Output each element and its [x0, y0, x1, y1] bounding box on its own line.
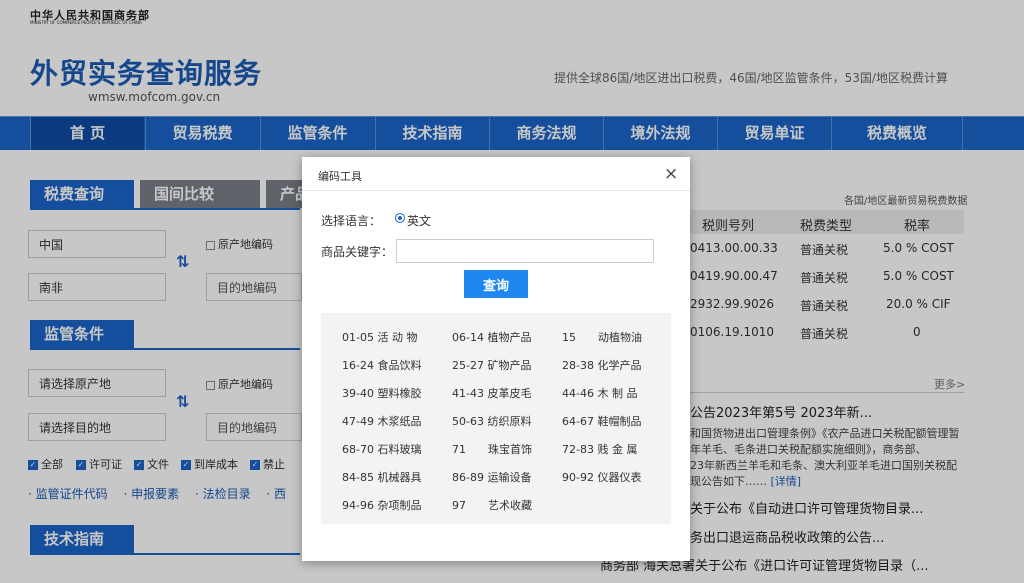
code-tool-dialog: 编码工具 × 选择语言： 英文 商品关键字： 查询 01-05 活 动 物 06…: [302, 157, 690, 561]
category-item[interactable]: 16-24 食品饮料: [342, 357, 421, 373]
category-item[interactable]: 71 珠宝首饰: [452, 441, 532, 457]
close-icon[interactable]: ×: [664, 164, 678, 184]
category-item[interactable]: 39-40 塑料橡胶: [342, 385, 421, 401]
category-item[interactable]: 25-27 矿物产品: [452, 357, 531, 373]
keyword-input[interactable]: [396, 239, 654, 263]
category-item[interactable]: 86-89 运输设备: [452, 469, 531, 485]
category-item[interactable]: 64-67 鞋帽制品: [562, 413, 641, 429]
category-item[interactable]: 97 艺术收藏: [452, 497, 532, 513]
category-item[interactable]: 50-63 纺织原料: [452, 413, 531, 429]
category-item[interactable]: 72-83 贱 金 属: [562, 441, 637, 457]
keyword-label: 商品关键字：: [321, 245, 394, 259]
category-item[interactable]: 84-85 机械器具: [342, 469, 421, 485]
category-item[interactable]: 41-43 皮革皮毛: [452, 385, 531, 401]
category-item[interactable]: 47-49 木浆纸品: [342, 413, 421, 429]
dialog-header: 编码工具 ×: [302, 157, 690, 191]
query-button[interactable]: 查询: [464, 270, 528, 298]
language-label: 选择语言：: [321, 214, 382, 228]
category-item[interactable]: 94-96 杂项制品: [342, 497, 421, 513]
radio-english[interactable]: [395, 213, 405, 223]
category-item[interactable]: 28-38 化学产品: [562, 357, 641, 373]
category-item[interactable]: 01-05 活 动 物: [342, 329, 417, 345]
category-item[interactable]: 68-70 石料玻璃: [342, 441, 421, 457]
dialog-title: 编码工具: [318, 170, 362, 183]
category-grid: 01-05 活 动 物 06-14 植物产品 15 动植物油 16-24 食品饮…: [321, 313, 671, 524]
category-item[interactable]: 90-92 仪器仪表: [562, 469, 641, 485]
category-item[interactable]: 15 动植物油: [562, 329, 642, 345]
language-option-english[interactable]: 英文: [407, 212, 431, 229]
category-item[interactable]: 44-46 木 制 品: [562, 385, 637, 401]
category-item[interactable]: 06-14 植物产品: [452, 329, 531, 345]
